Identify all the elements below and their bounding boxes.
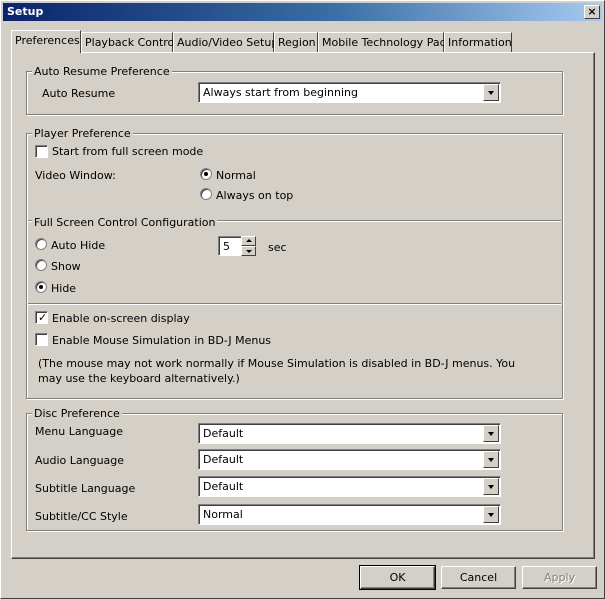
player-preference-group-title: Player Preference: [32, 127, 133, 140]
auto-resume-value: Always start from beginning: [203, 86, 359, 99]
auto-hide-seconds-value: 5: [223, 240, 230, 253]
tab-audio-video-setup[interactable]: Audio/Video Setup: [173, 32, 278, 52]
ok-button[interactable]: OK: [359, 565, 436, 590]
fs-show-label[interactable]: Show: [51, 260, 81, 273]
spin-down-button[interactable]: [241, 246, 256, 256]
chevron-up-icon: [246, 239, 252, 242]
tab-preferences[interactable]: Preferences: [11, 30, 81, 53]
tab-region[interactable]: Region: [274, 32, 318, 52]
video-window-normal-radio[interactable]: [200, 168, 212, 180]
menu-language-dropdown-button[interactable]: [483, 425, 499, 442]
window-title: Setup: [7, 5, 44, 18]
cancel-button-label: Cancel: [459, 571, 498, 584]
title-bar[interactable]: Setup ×: [3, 3, 602, 21]
chevron-down-icon: [488, 91, 494, 95]
chevron-down-icon: [488, 485, 494, 489]
setup-dialog: Setup × Preferences Playback Control Aud…: [0, 0, 605, 599]
close-icon: ×: [587, 5, 597, 18]
menu-language-value: Default: [203, 427, 244, 440]
checkmark-icon: ✓: [38, 311, 48, 324]
tab-mobile-technology-pack[interactable]: Mobile Technology Pack: [318, 32, 452, 52]
subtitle-style-label: Subtitle/CC Style: [35, 510, 128, 523]
fs-hide-label[interactable]: Hide: [51, 282, 76, 295]
close-button[interactable]: ×: [584, 5, 600, 19]
subtitle-language-label: Subtitle Language: [35, 482, 136, 495]
radio-selected-dot: [39, 285, 43, 289]
subtitle-language-dropdown-button[interactable]: [483, 478, 499, 495]
video-window-label: Video Window:: [35, 169, 116, 182]
tab-label: Mobile Technology Pack: [322, 36, 452, 49]
fs-show-radio[interactable]: [35, 259, 47, 271]
menu-language-select[interactable]: Default: [198, 423, 501, 444]
ok-button-label: OK: [389, 571, 406, 584]
subtitle-style-value: Normal: [203, 508, 243, 521]
mouse-simulation-checkbox[interactable]: [35, 333, 48, 346]
chevron-down-icon: [246, 250, 252, 253]
menu-language-label: Menu Language: [35, 425, 123, 438]
tab-label: Information: [448, 36, 512, 49]
tab-label: Playback Control: [85, 36, 178, 49]
auto-resume-label: Auto Resume: [42, 87, 116, 100]
fs-auto-hide-label[interactable]: Auto Hide: [51, 239, 105, 252]
osd-label[interactable]: Enable on-screen display: [52, 312, 190, 325]
tab-information[interactable]: Information: [444, 32, 512, 52]
auto-resume-group-title: Auto Resume Preference: [32, 65, 172, 78]
full-screen-checkbox[interactable]: [35, 145, 48, 158]
disc-preference-group-title: Disc Preference: [32, 407, 122, 420]
subtitle-style-dropdown-button[interactable]: [483, 506, 499, 523]
apply-button-label: Apply: [543, 571, 576, 584]
tab-label: Audio/Video Setup: [177, 36, 279, 49]
video-window-always-on-top-radio[interactable]: [200, 188, 212, 200]
subtitle-language-value: Default: [203, 480, 244, 493]
audio-language-label: Audio Language: [35, 454, 125, 467]
audio-language-select[interactable]: Default: [198, 449, 501, 470]
chevron-down-icon: [488, 458, 494, 462]
seconds-unit-label: sec: [268, 241, 287, 254]
chevron-down-icon: [488, 432, 494, 436]
subtitle-language-select[interactable]: Default: [198, 476, 501, 497]
auto-resume-dropdown-button[interactable]: [483, 84, 499, 101]
audio-language-value: Default: [203, 453, 244, 466]
video-window-normal-label[interactable]: Normal: [216, 169, 256, 182]
apply-button[interactable]: Apply: [522, 566, 597, 589]
tab-label: Preferences: [15, 34, 80, 47]
cancel-button[interactable]: Cancel: [441, 566, 516, 589]
subtitle-style-select[interactable]: Normal: [198, 504, 501, 525]
fs-auto-hide-radio[interactable]: [35, 238, 47, 250]
full-screen-label[interactable]: Start from full screen mode: [52, 145, 203, 158]
divider: [28, 303, 561, 305]
chevron-down-icon: [488, 513, 494, 517]
video-window-always-on-top-label[interactable]: Always on top: [216, 189, 293, 202]
radio-selected-dot: [204, 172, 208, 176]
mouse-simulation-note: (The mouse may not work normally if Mous…: [38, 357, 516, 385]
tab-playback-control[interactable]: Playback Control: [81, 32, 177, 52]
tab-label: Region: [278, 36, 316, 49]
auto-hide-seconds-input[interactable]: 5: [218, 236, 242, 256]
fs-hide-radio[interactable]: [35, 281, 47, 293]
audio-language-dropdown-button[interactable]: [483, 451, 499, 468]
spin-up-button[interactable]: [241, 236, 256, 246]
osd-checkbox[interactable]: ✓: [35, 311, 48, 324]
auto-resume-select[interactable]: Always start from beginning: [198, 82, 501, 103]
mouse-simulation-label[interactable]: Enable Mouse Simulation in BD-J Menus: [52, 334, 271, 347]
fs-control-title: Full Screen Control Configuration: [32, 216, 218, 229]
